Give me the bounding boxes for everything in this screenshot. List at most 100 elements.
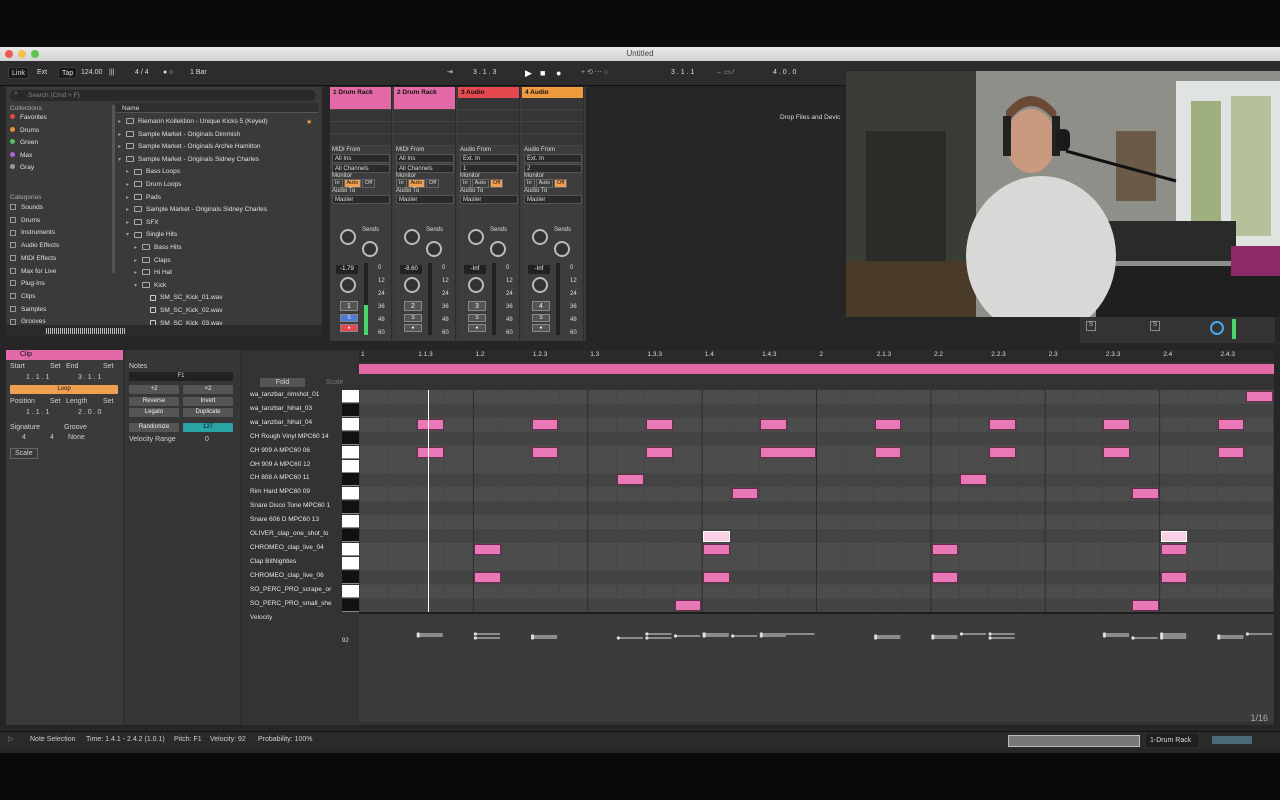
midi-note[interactable]	[1217, 446, 1245, 458]
maximize-window-button[interactable]	[31, 50, 39, 58]
drum-lane-label[interactable]: OLIVER_clap_one_shot_lo	[250, 527, 342, 541]
browser-item[interactable]: ▸ Riemann Kollektion - Unique Kicks 5 (Ke…	[118, 116, 268, 128]
midi-note[interactable]	[731, 488, 759, 500]
groove-select[interactable]: None	[68, 434, 85, 441]
pan-knob[interactable]	[340, 277, 356, 293]
start-field[interactable]: 1 . 1 . 1	[26, 374, 49, 381]
randomize-amount-field[interactable]: 127	[183, 423, 233, 432]
velocity-handle[interactable]	[645, 636, 649, 640]
send-b-knob[interactable]	[362, 241, 378, 257]
drum-lane-label[interactable]: SO_PERC_PRO_scrape_or	[250, 583, 342, 597]
length-set-button[interactable]: Set	[103, 398, 114, 405]
end-field[interactable]: 3 . 1 . 1	[78, 374, 101, 381]
drum-lane-label[interactable]: CH 808 A MPC60 11	[250, 471, 342, 485]
minimize-window-button[interactable]	[18, 50, 26, 58]
transpose-up-button[interactable]: +2	[129, 385, 179, 394]
midi-note[interactable]	[617, 474, 644, 486]
velocity-handle[interactable]	[616, 636, 620, 640]
send-a-knob[interactable]	[404, 229, 420, 245]
midi-note[interactable]	[1160, 543, 1188, 555]
clip-slot[interactable]	[394, 110, 455, 122]
input-channel-select[interactable]: All Channels	[332, 164, 390, 173]
quantize-select[interactable]: 1 Bar	[187, 67, 210, 79]
category-item[interactable]: Instruments	[10, 227, 55, 239]
close-window-button[interactable]	[5, 50, 13, 58]
velocity-handle[interactable]	[1245, 632, 1250, 636]
disclosure-icon[interactable]: ▾	[126, 229, 134, 241]
link-button[interactable]: Link	[8, 67, 29, 79]
disclosure-icon[interactable]: ▸	[126, 166, 134, 178]
name-column-header[interactable]: Name	[122, 105, 139, 112]
category-item[interactable]: Max for Live	[10, 266, 56, 278]
clip-slot[interactable]	[330, 122, 391, 134]
piano-key[interactable]	[342, 487, 359, 501]
midi-note[interactable]	[760, 446, 816, 458]
midi-note[interactable]	[931, 543, 959, 555]
drum-lane-label[interactable]: wa_tanzbar_hihat_03	[250, 402, 342, 416]
drum-lane-label[interactable]: OH 909 A MPC60 12	[250, 458, 342, 472]
volume-field[interactable]: -8.60	[400, 265, 422, 274]
midi-note[interactable]	[960, 474, 988, 486]
arm-button[interactable]: ●	[404, 324, 422, 332]
velocity-handle[interactable]	[1131, 636, 1135, 640]
overview-strip[interactable]	[1008, 735, 1140, 747]
master-knob[interactable]	[1210, 321, 1224, 335]
piano-key[interactable]	[342, 431, 359, 445]
piano-key[interactable]	[342, 529, 359, 542]
piano-key[interactable]	[342, 570, 359, 584]
output-select[interactable]: Master	[524, 195, 582, 204]
overdub-icon[interactable]: + ⟲ ⋯ ○	[578, 67, 611, 79]
clip-slot[interactable]	[522, 134, 583, 146]
tap-tempo-button[interactable]: Tap	[58, 67, 78, 79]
midi-note[interactable]	[674, 599, 702, 611]
midi-note[interactable]	[474, 543, 501, 555]
status-toggle-icon[interactable]: ▷	[8, 735, 13, 743]
drum-lane-label[interactable]: Snare 606 D MPC60 13	[250, 513, 342, 527]
velocity-handle[interactable]	[759, 632, 763, 636]
midi-note[interactable]	[417, 446, 444, 458]
velocity-handle[interactable]	[1160, 632, 1164, 636]
clip-slot[interactable]	[522, 110, 583, 122]
piano-key[interactable]	[342, 445, 359, 459]
disclosure-icon[interactable]: ▸	[118, 129, 126, 141]
draw-mode-icon[interactable]: → ▭ ⁄	[712, 67, 737, 79]
disclosure-icon[interactable]: ▸	[134, 242, 142, 254]
midi-note[interactable]	[645, 418, 673, 430]
monitor-in-button[interactable]: In	[396, 179, 407, 188]
disclosure-icon[interactable]: ▸	[126, 217, 134, 229]
piano-key[interactable]	[342, 515, 359, 529]
sidebar-scrollbar[interactable]	[112, 105, 115, 273]
loop-button[interactable]: Loop	[10, 385, 118, 394]
scale-button[interactable]: Scale	[10, 448, 38, 459]
loop-brace[interactable]	[359, 364, 1274, 374]
category-item[interactable]: Sounds	[10, 202, 43, 214]
piano-key[interactable]	[342, 501, 359, 515]
disclosure-icon[interactable]: ▸	[126, 192, 134, 204]
output-select[interactable]: Master	[332, 195, 390, 204]
track-header[interactable]: 3 Audio	[458, 87, 519, 98]
velocity-lane[interactable]	[359, 612, 1274, 722]
category-item[interactable]: Drums	[10, 215, 40, 227]
browser-item[interactable]: ▸ Bass Loops	[126, 166, 180, 178]
beat-ruler[interactable]: 1 1.1.3 1.2 1.2.3 1.3 1.3.3 1.4 1.4.3 2 2.1.3 2.2 2…	[359, 350, 1274, 362]
midi-note[interactable]	[1132, 488, 1159, 500]
solo-button[interactable]: S	[340, 314, 358, 322]
clip-header[interactable]: Clip	[6, 350, 123, 360]
start-set-button[interactable]: Set	[50, 363, 61, 370]
piano-key[interactable]	[342, 390, 359, 403]
input-select[interactable]: All Ins	[332, 154, 390, 163]
metronome-icon[interactable]: ● ○	[160, 67, 176, 79]
input-select[interactable]: Ext. In	[460, 154, 518, 163]
disclosure-icon[interactable]: ▾	[118, 154, 126, 166]
arm-button[interactable]: ●	[532, 324, 550, 332]
track-header[interactable]: 1 Drum Rack	[330, 87, 391, 98]
velocity-handle[interactable]	[988, 636, 992, 640]
play-icon[interactable]: ▶	[522, 67, 535, 79]
tempo-field[interactable]: 124.00	[78, 67, 105, 79]
category-item[interactable]: Samples	[10, 304, 46, 316]
monitor-in-button[interactable]: In	[332, 179, 343, 188]
piano-key[interactable]	[342, 459, 359, 473]
loop-start-field[interactable]: 3 . 1 . 1	[668, 67, 697, 79]
selected-track-label[interactable]: 1-Drum Rack	[1146, 734, 1198, 747]
browser-item[interactable]: ▾ Kick	[134, 280, 166, 292]
